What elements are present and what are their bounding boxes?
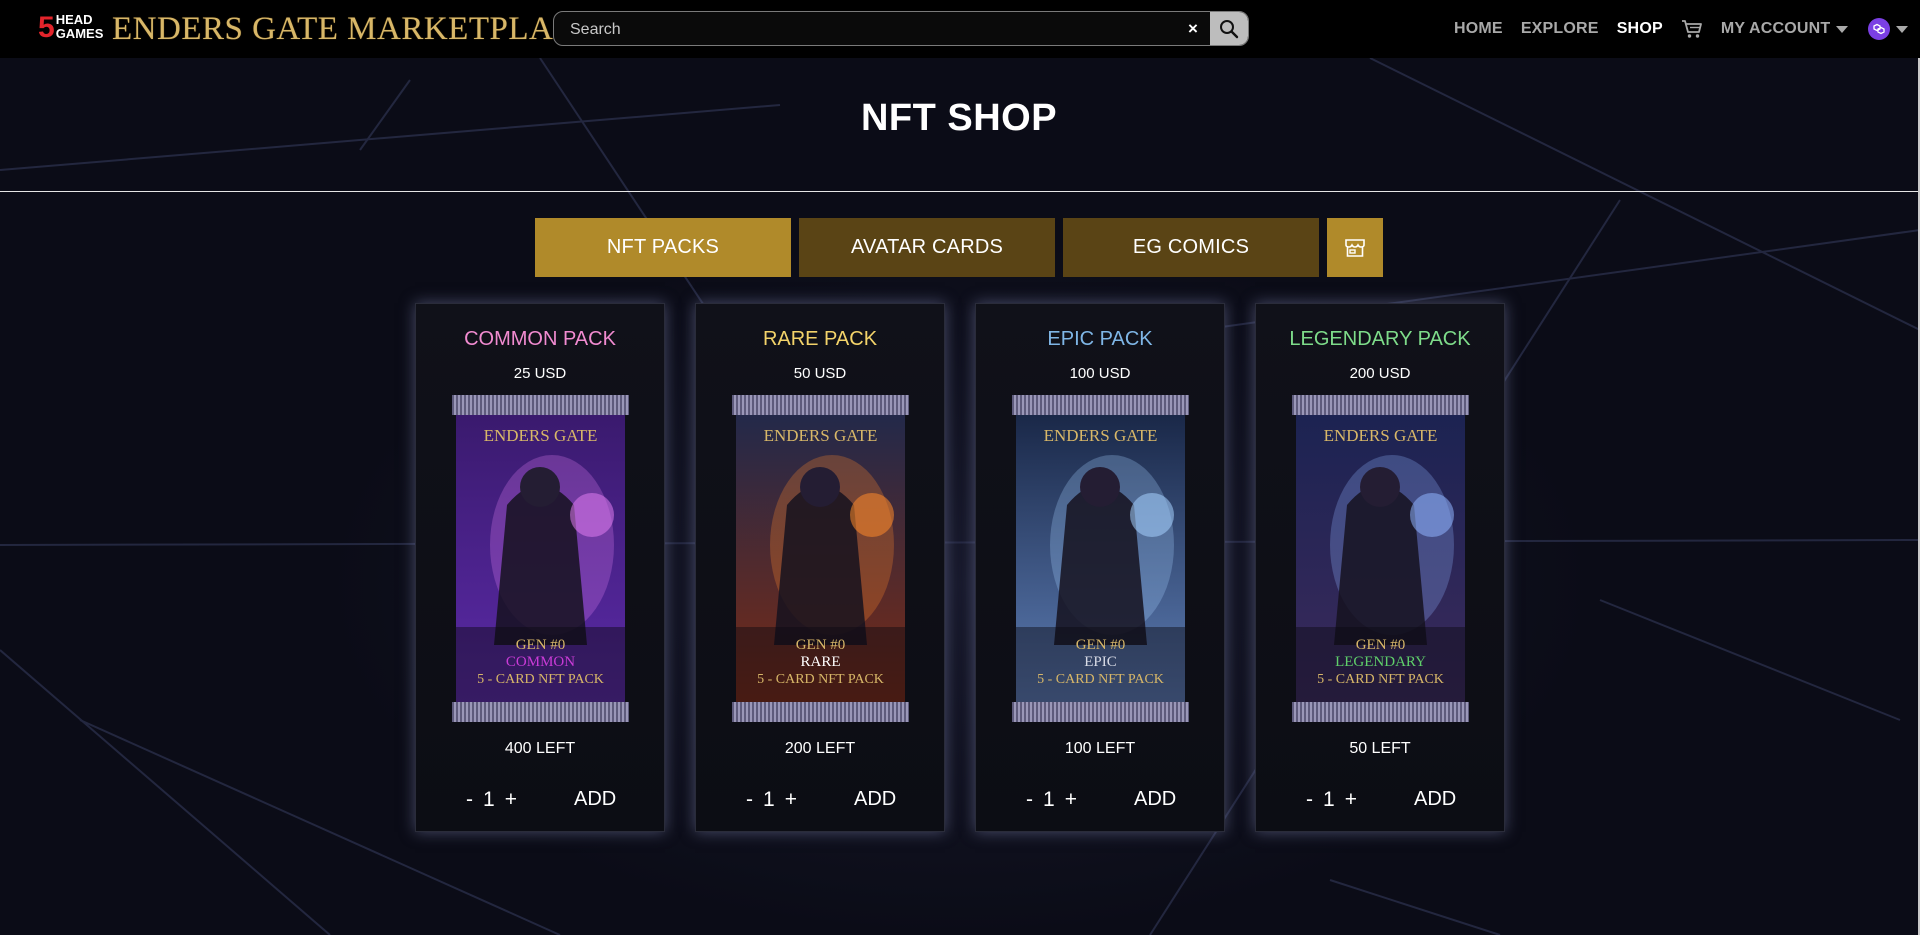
nav-links: HOME EXPLORE SHOP MY ACCOUNT	[1454, 0, 1909, 58]
pack-price: 50 USD	[793, 365, 847, 382]
my-account-label: MY ACCOUNT	[1720, 20, 1831, 37]
decrease-button[interactable]: -	[1306, 788, 1313, 812]
quantity-value: 1	[483, 788, 495, 811]
search-icon	[1220, 19, 1239, 38]
pack-title: EPIC PACK	[1047, 328, 1153, 350]
five-head-games-logo[interactable]: 5 HEAD GAMES	[38, 13, 103, 43]
pack-title: COMMON PACK	[464, 328, 616, 350]
increase-button[interactable]: +	[785, 788, 797, 812]
pack-image[interactable]: ENDERS GATE GEN #0COMMON 5 - CARD NFT PACK	[452, 395, 629, 722]
pack-stock: 400 LEFT	[504, 740, 576, 757]
pack-image[interactable]: ENDERS GATE GEN #0LEGENDARY 5 - CARD NFT P…	[1292, 395, 1469, 722]
pack-art-desc: 5 - CARD NFT PACK	[477, 672, 604, 687]
pack-title: RARE PACK	[762, 328, 878, 350]
pack-image[interactable]: ENDERS GATE GEN #0EPIC 5 - CARD NFT PACK	[1012, 395, 1189, 722]
chevron-down-icon	[1836, 25, 1849, 33]
search-button[interactable]	[1210, 12, 1248, 45]
increase-button[interactable]: +	[1345, 788, 1357, 812]
chevron-down-icon	[1896, 25, 1909, 33]
decrease-button[interactable]: -	[466, 788, 473, 812]
nav-home[interactable]: HOME	[1454, 20, 1503, 38]
pack-art-desc: 5 - CARD NFT PACK	[757, 672, 884, 687]
add-to-cart-button[interactable]: ADD	[1414, 788, 1456, 811]
pack-cards: COMMON PACK 25 USD ENDERS GATE GEN #0 CO…	[415, 303, 1535, 832]
pack-art-desc: 5 - CARD NFT PACK	[1317, 672, 1444, 687]
tab-eg-comics[interactable]: EG COMICS	[1063, 218, 1319, 277]
pack-stock: 100 LEFT	[1064, 740, 1136, 757]
pack-stock: 200 LEFT	[784, 740, 856, 757]
pack-price: 25 USD	[513, 365, 567, 382]
pack-art-tier: LEGENDARY	[1335, 654, 1426, 670]
pack-art-tier: RARE	[800, 654, 840, 670]
storefront-icon	[1345, 238, 1365, 257]
polygon-wallet-icon	[1868, 18, 1891, 40]
pack-art-gen: GEN #0	[1356, 637, 1406, 653]
logo-line2: GAMES	[55, 26, 104, 41]
logo-number: 5	[38, 11, 55, 44]
add-to-cart-button[interactable]: ADD	[854, 788, 896, 811]
quantity-stepper: - 1 +	[746, 788, 807, 812]
increase-button[interactable]: +	[1065, 788, 1077, 812]
search-input[interactable]	[568, 12, 1172, 45]
pack-price: 100 USD	[1069, 365, 1131, 382]
marketplace-brand[interactable]: ENDERS GATE MARKETPLACE	[112, 10, 597, 48]
quantity-value: 1	[1323, 788, 1335, 811]
pack-art-gen: GEN #0	[516, 637, 566, 653]
logo-line1: HEAD	[55, 12, 93, 27]
my-account-menu[interactable]: MY ACCOUNT	[1721, 20, 1849, 38]
pack-card: COMMON PACK 25 USD ENDERS GATE GEN #0 CO…	[415, 303, 665, 832]
add-to-cart-button[interactable]: ADD	[574, 788, 616, 811]
decrease-button[interactable]: -	[746, 788, 753, 812]
pack-card: EPIC PACK 100 USD ENDERS GATE GEN #0 EPI…	[975, 303, 1225, 832]
tab-avatar-cards[interactable]: AVATAR CARDS	[799, 218, 1055, 277]
add-to-cart-button[interactable]: ADD	[1134, 788, 1176, 811]
quantity-stepper: - 1 +	[466, 788, 527, 812]
pack-art-tier: EPIC	[1084, 654, 1117, 670]
pack-image[interactable]: ENDERS GATE GEN #0RARE 5 - CARD NFT PACK	[732, 395, 909, 722]
pack-art-gen: GEN #0	[796, 637, 846, 653]
clear-search-icon[interactable]: ×	[1178, 12, 1208, 45]
quantity-stepper: - 1 +	[1026, 788, 1087, 812]
increase-button[interactable]: +	[505, 788, 517, 812]
wallet-menu[interactable]	[1868, 18, 1909, 40]
pack-art-desc: 5 - CARD NFT PACK	[1037, 672, 1164, 687]
quantity-stepper: - 1 +	[1306, 788, 1367, 812]
pack-title: LEGENDARY PACK	[1289, 328, 1471, 350]
pack-art-brand: ENDERS GATE	[1044, 426, 1158, 445]
quantity-value: 1	[763, 788, 775, 811]
pack-card: RARE PACK 50 USD ENDERS GATE GEN #0 RARE…	[695, 303, 945, 832]
title-divider	[0, 191, 1918, 192]
page-title: NFT SHOP	[860, 97, 1058, 139]
store-icon-button[interactable]	[1327, 218, 1383, 277]
pack-art-tier: COMMON	[506, 654, 575, 670]
pack-art-brand: ENDERS GATE	[484, 426, 598, 445]
tab-nft-packs[interactable]: NFT PACKS	[535, 218, 791, 277]
nav-shop[interactable]: SHOP	[1617, 20, 1663, 38]
top-navbar: 5 HEAD GAMES ENDERS GATE MARKETPLACE × H…	[0, 0, 1920, 58]
shop-tabs: NFT PACKS AVATAR CARDS EG COMICS	[535, 218, 1383, 277]
quantity-value: 1	[1043, 788, 1055, 811]
decrease-button[interactable]: -	[1026, 788, 1033, 812]
cart-icon[interactable]	[1681, 19, 1703, 39]
pack-art-brand: ENDERS GATE	[1324, 426, 1438, 445]
pack-art-brand: ENDERS GATE	[764, 426, 878, 445]
pack-card: LEGENDARY PACK 200 USD ENDERS GATE GEN #…	[1255, 303, 1505, 832]
pack-art-gen: GEN #0	[1076, 637, 1126, 653]
pack-stock: 50 LEFT	[1349, 740, 1411, 757]
search-bar: ×	[553, 11, 1249, 46]
pack-price: 200 USD	[1349, 365, 1411, 382]
nav-explore[interactable]: EXPLORE	[1521, 20, 1599, 38]
